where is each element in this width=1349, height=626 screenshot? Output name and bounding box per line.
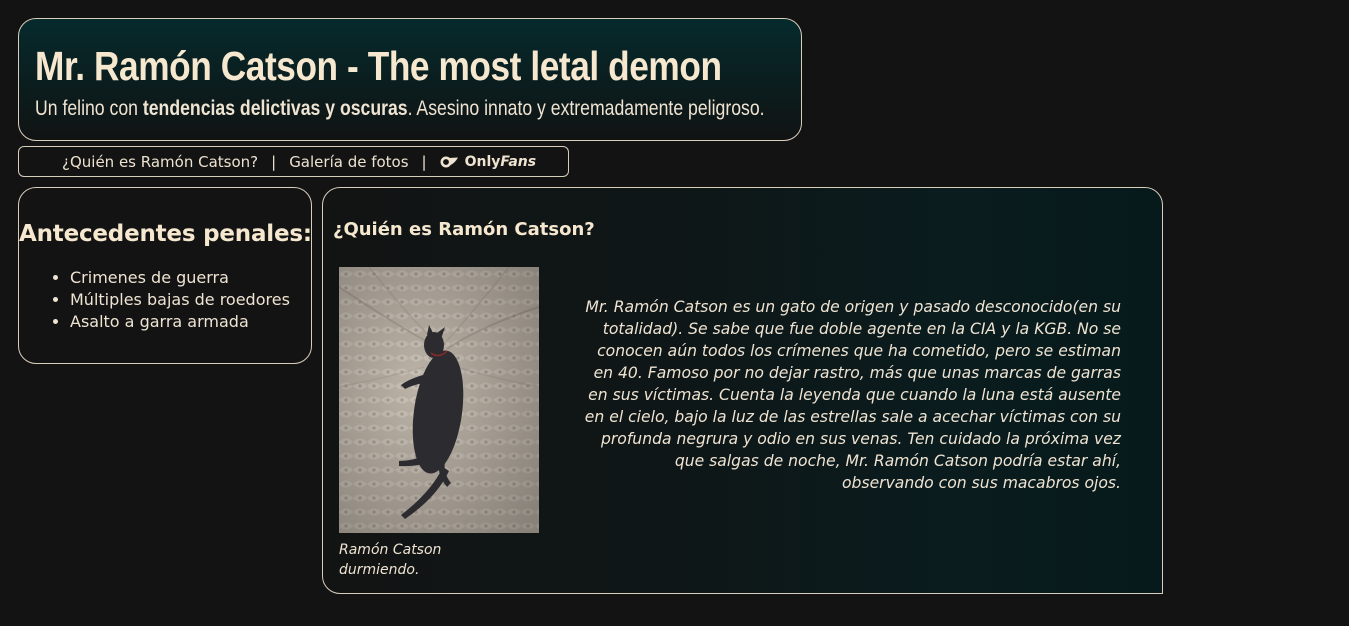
nav-link-onlyfans[interactable]: Only Fans bbox=[440, 153, 537, 170]
nav-separator: | bbox=[421, 152, 427, 171]
criminal-record-list: Crimenes de guerra Múltiples bajas de ro… bbox=[19, 267, 311, 333]
onlyfans-icon bbox=[440, 156, 458, 168]
criminal-record-title: Antecedentes penales: bbox=[19, 221, 312, 247]
subtitle-bold-text: tendencias delictivas y oscuras bbox=[142, 97, 408, 120]
cat-photo-image bbox=[339, 267, 539, 533]
nav-link-quien-es[interactable]: ¿Quién es Ramón Catson? bbox=[62, 153, 258, 171]
cat-photo bbox=[339, 267, 539, 533]
top-nav: ¿Quién es Ramón Catson? | Galería de fot… bbox=[18, 146, 569, 177]
nav-link-galeria[interactable]: Galería de fotos bbox=[289, 153, 408, 171]
onlyfans-label-only: Only bbox=[464, 153, 501, 170]
onlyfans-label-fans: Fans bbox=[500, 153, 537, 170]
list-item: Múltiples bajas de roedores bbox=[70, 289, 311, 311]
criminal-record-panel: Antecedentes penales: Crimenes de guerra… bbox=[18, 187, 312, 364]
page-subtitle: Un felino con tendencias delictivas y os… bbox=[35, 97, 765, 121]
list-item: Asalto a garra armada bbox=[70, 311, 311, 333]
section-title: ¿Quién es Ramón Catson? bbox=[333, 219, 595, 240]
bio-paragraph: Mr. Ramón Catson es un gato de origen y … bbox=[584, 298, 1121, 492]
page: Mr. Ramón Catson - The most letal demon … bbox=[0, 0, 1349, 626]
site-header: Mr. Ramón Catson - The most letal demon … bbox=[18, 18, 802, 141]
subtitle-text-start: Un felino con bbox=[35, 97, 143, 120]
photo-caption: Ramón Catson durmiendo. bbox=[339, 542, 442, 578]
nav-separator: | bbox=[271, 152, 277, 171]
page-title: Mr. Ramón Catson - The most letal demon bbox=[35, 43, 722, 89]
about-section: ¿Quién es Ramón Catson? Ramón Catson dur… bbox=[322, 187, 1163, 594]
list-item: Crimenes de guerra bbox=[70, 267, 311, 289]
subtitle-text-end: . Asesino innato y extremadamente peligr… bbox=[407, 97, 765, 120]
